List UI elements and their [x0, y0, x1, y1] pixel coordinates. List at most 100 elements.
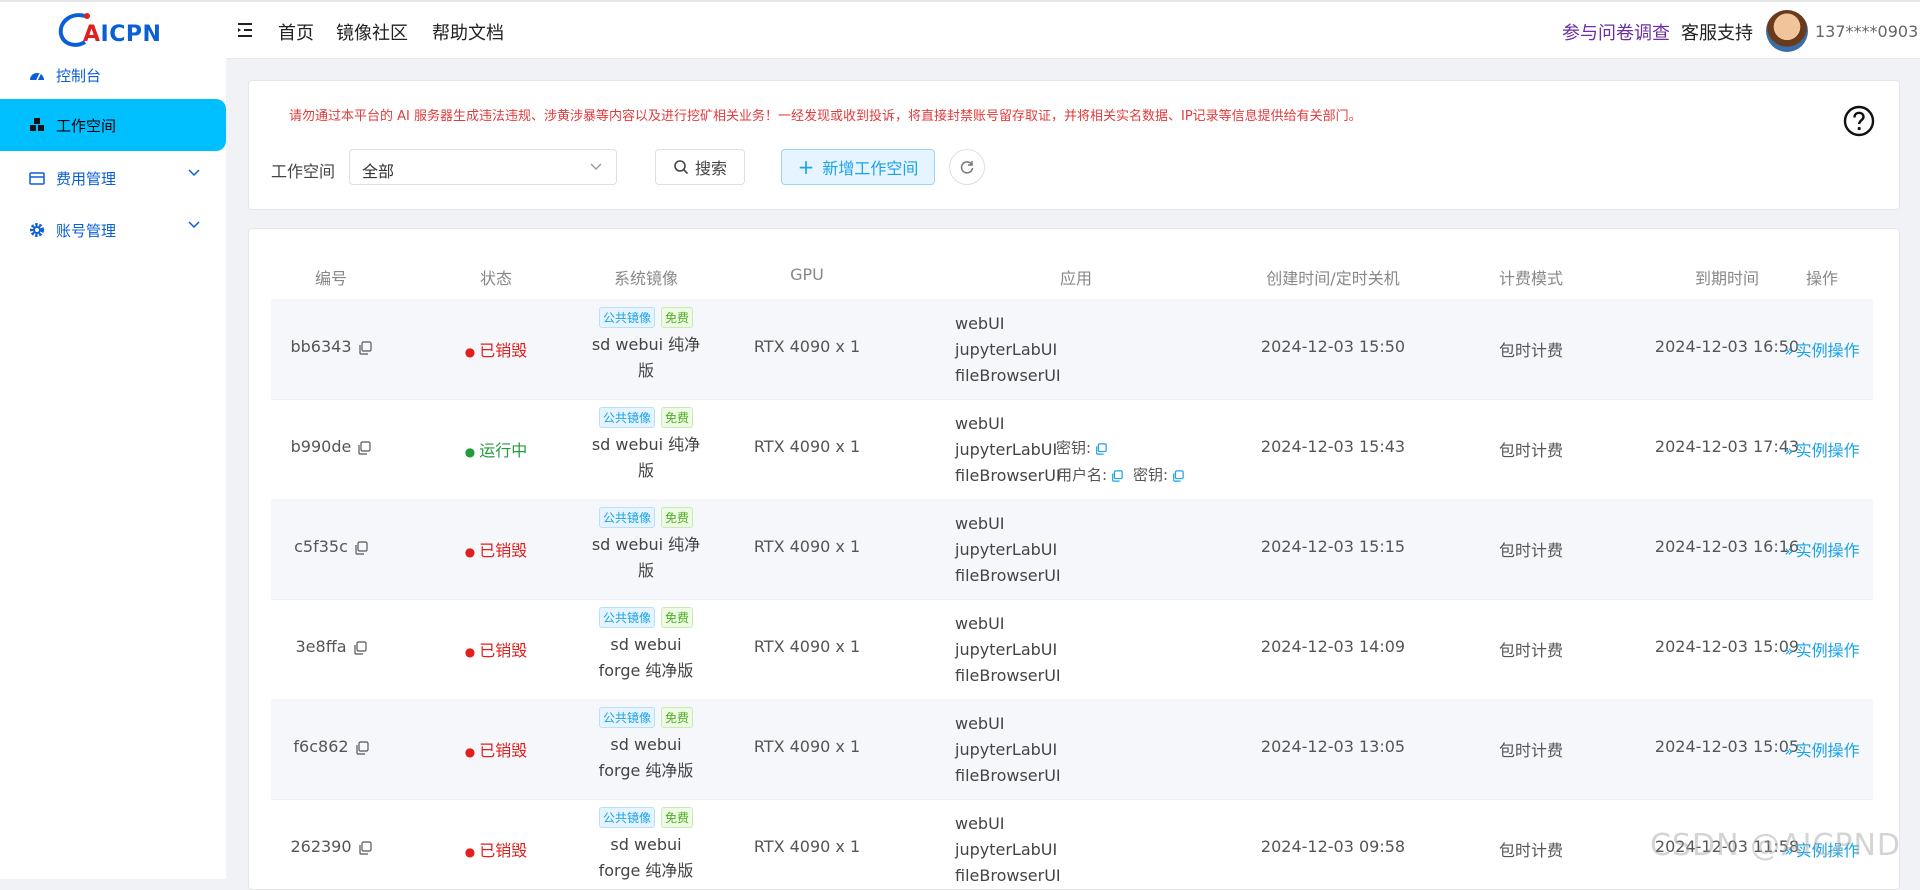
- copy-icon[interactable]: [1172, 469, 1184, 482]
- gpu-spec: RTX 4090 x 1: [753, 637, 861, 656]
- gpu-spec: RTX 4090 x 1: [753, 737, 861, 756]
- app-link-filebrowser[interactable]: fileBrowserUI: [955, 563, 1061, 589]
- double-chevron-icon: »: [1784, 442, 1794, 460]
- sidebar-item-label: 账号管理: [56, 221, 117, 240]
- system-image: 公共镜像 免费 sd webui forge 纯净版: [585, 607, 707, 684]
- app-link-webui[interactable]: webUI: [955, 811, 1061, 837]
- sidebar: AICPN 控制台 工作空间 费用管理 账号管理: [0, 2, 226, 879]
- app-link-filebrowser[interactable]: fileBrowserUI: [955, 463, 1061, 489]
- chevron-down-icon: [590, 163, 602, 170]
- avatar[interactable]: [1766, 10, 1808, 52]
- copy-icon[interactable]: [358, 840, 372, 855]
- app-link-jupyterlab[interactable]: jupyterLabUI: [955, 337, 1061, 363]
- survey-link[interactable]: 参与问卷调查: [1562, 19, 1670, 45]
- created-time: 2024-12-03 14:09: [1260, 637, 1406, 656]
- instance-action-link[interactable]: » 实例操作: [1767, 637, 1877, 661]
- copy-icon[interactable]: [354, 540, 368, 555]
- app-link-webui[interactable]: webUI: [955, 511, 1061, 537]
- chevron-down-icon: [188, 169, 200, 177]
- app-link-jupyterlab[interactable]: jupyterLabUI: [955, 837, 1061, 863]
- created-time: 2024-12-03 15:50: [1260, 337, 1406, 356]
- workspace-select[interactable]: 全部: [349, 149, 617, 185]
- table-row: bb6343 ● 已销毁 公共镜像 免费 sd webui 纯净 版 RTX 409…: [271, 299, 1873, 400]
- instance-action-link[interactable]: » 实例操作: [1767, 537, 1877, 561]
- gpu-spec: RTX 4090 x 1: [753, 437, 861, 456]
- tag-free: 免费: [661, 407, 694, 428]
- app-link-jupyterlab[interactable]: jupyterLabUI: [955, 437, 1061, 463]
- system-image: 公共镜像 免费 sd webui 纯净 版: [585, 307, 707, 384]
- plus-icon: +: [797, 155, 815, 179]
- billing-mode: 包时计费: [1498, 641, 1563, 660]
- filebrowser-username: 用户名:: [1057, 464, 1123, 485]
- workspace-icon: [28, 116, 46, 134]
- app-link-webui[interactable]: webUI: [955, 411, 1061, 437]
- app-link-filebrowser[interactable]: fileBrowserUI: [955, 363, 1061, 389]
- nav-mirror-community[interactable]: 镜像社区: [336, 19, 408, 45]
- tag-free: 免费: [661, 607, 694, 628]
- status-badge: ● 已销毁: [464, 741, 528, 760]
- filter-card: 请勿通过本平台的 AI 服务器生成违法违规、涉黄涉暴等内容以及进行挖矿相关业务！…: [248, 80, 1900, 210]
- table-header: 编号 状态 系统镜像 GPU 应用 创建时间/定时关机 计费模式 到期时间 操作: [271, 249, 1873, 300]
- instance-id: 262390: [290, 837, 352, 856]
- copy-icon[interactable]: [357, 440, 371, 455]
- copy-icon[interactable]: [355, 740, 369, 755]
- tag-public: 公共镜像: [598, 607, 655, 628]
- gpu-spec: RTX 4090 x 1: [753, 537, 861, 556]
- table-row: c5f35c ● 已销毁 公共镜像 免费 sd webui 纯净 版 RTX 409…: [271, 499, 1873, 600]
- copy-icon[interactable]: [1095, 442, 1107, 455]
- col-gpu: GPU: [790, 265, 824, 284]
- app-link-webui[interactable]: webUI: [955, 711, 1061, 737]
- app-link-filebrowser[interactable]: fileBrowserUI: [955, 663, 1061, 689]
- app-link-filebrowser[interactable]: fileBrowserUI: [955, 863, 1061, 889]
- app-link-jupyterlab[interactable]: jupyterLabUI: [955, 637, 1061, 663]
- search-icon: [674, 160, 689, 175]
- status-badge: ● 已销毁: [464, 341, 528, 360]
- sidebar-item-account[interactable]: 账号管理: [0, 199, 226, 261]
- tag-free: 免费: [661, 307, 694, 328]
- chevron-down-icon: [188, 221, 200, 229]
- refresh-button[interactable]: [949, 149, 985, 185]
- billing-mode: 包时计费: [1498, 841, 1563, 860]
- status-badge: ● 已销毁: [464, 541, 528, 560]
- billing-mode: 包时计费: [1498, 541, 1563, 560]
- top-header: 首页 镜像社区 帮助文档 参与问卷调查 客服支持 137****0903: [226, 2, 1920, 59]
- dashboard-icon: [28, 66, 46, 84]
- table-row: 262390 ● 已销毁 公共镜像 免费 sd webui forge 纯净版 RT…: [271, 799, 1873, 889]
- support-link[interactable]: 客服支持: [1681, 19, 1753, 45]
- add-workspace-label: 新增工作空间: [822, 159, 919, 178]
- app-link-filebrowser[interactable]: fileBrowserUI: [955, 763, 1061, 789]
- col-actions: 操作: [1805, 269, 1838, 288]
- menu-toggle-icon[interactable]: [236, 20, 258, 40]
- app-link-jupyterlab[interactable]: jupyterLabUI: [955, 737, 1061, 763]
- app-list: webUI jupyterLabUI fileBrowserUI: [955, 311, 1061, 389]
- col-billing: 计费模式: [1498, 269, 1563, 288]
- app-link-jupyterlab[interactable]: jupyterLabUI: [955, 537, 1061, 563]
- app-list: webUI jupyterLabUI fileBrowserUI: [955, 411, 1061, 489]
- user-phone[interactable]: 137****0903: [1815, 22, 1918, 41]
- instance-action-link[interactable]: » 实例操作: [1767, 737, 1877, 761]
- instance-action-link[interactable]: » 实例操作: [1767, 437, 1877, 461]
- refresh-icon: [960, 161, 974, 174]
- nav-home[interactable]: 首页: [278, 19, 314, 45]
- instance-action-link[interactable]: » 实例操作: [1767, 337, 1877, 361]
- sidebar-item-dashboard[interactable]: 控制台: [0, 44, 226, 106]
- sidebar-item-label: 控制台: [56, 66, 102, 85]
- nav-help-docs[interactable]: 帮助文档: [432, 19, 504, 45]
- copy-icon[interactable]: [353, 640, 367, 655]
- help-icon[interactable]: [1843, 105, 1875, 137]
- workspace-select-value: 全部: [362, 162, 395, 181]
- billing-mode: 包时计费: [1498, 441, 1563, 460]
- copy-icon[interactable]: [1111, 469, 1123, 482]
- app-link-webui[interactable]: webUI: [955, 611, 1061, 637]
- tag-public: 公共镜像: [598, 807, 655, 828]
- search-button[interactable]: 搜索: [655, 149, 745, 185]
- app-link-webui[interactable]: webUI: [955, 311, 1061, 337]
- system-image: 公共镜像 免费 sd webui forge 纯净版: [585, 807, 707, 884]
- copy-icon[interactable]: [358, 340, 372, 355]
- tag-free: 免费: [661, 507, 694, 528]
- sidebar-item-workspace[interactable]: 工作空间: [0, 99, 226, 151]
- add-workspace-button[interactable]: + 新增工作空间: [781, 149, 935, 185]
- col-image: 系统镜像: [613, 269, 678, 288]
- instance-id: f6c862: [293, 737, 349, 756]
- col-id: 编号: [314, 269, 347, 288]
